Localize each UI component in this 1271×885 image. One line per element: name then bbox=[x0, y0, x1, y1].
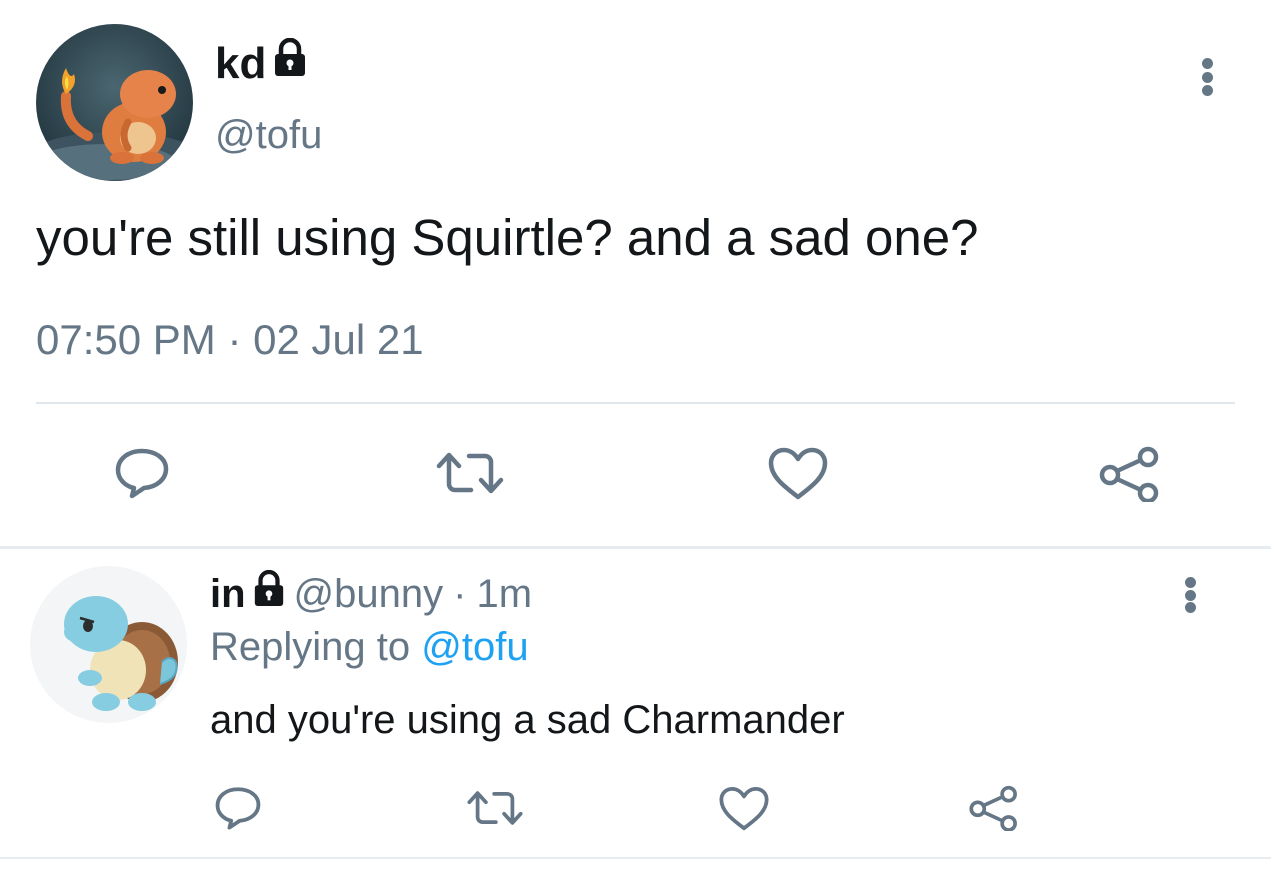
replying-to-label: Replying to bbox=[210, 625, 411, 669]
squirtle-avatar-image bbox=[30, 566, 187, 723]
like-icon bbox=[719, 786, 769, 831]
author-name-row[interactable]: kd bbox=[215, 37, 308, 89]
retweet-button[interactable] bbox=[466, 785, 524, 831]
reply-icon bbox=[115, 448, 169, 499]
like-button[interactable] bbox=[718, 785, 770, 833]
share-icon bbox=[969, 785, 1017, 831]
tweet-separator bbox=[0, 546, 1271, 549]
like-button[interactable] bbox=[767, 446, 829, 502]
charmander-avatar-image bbox=[36, 24, 193, 181]
tweet-timestamp[interactable]: 07:50 PM · 02 Jul 21 bbox=[36, 315, 424, 365]
reply-time-ago[interactable]: 1m bbox=[476, 571, 532, 617]
replying-to-line: Replying to @tofu bbox=[210, 624, 529, 670]
reply-author-handle[interactable]: @bunny bbox=[294, 571, 444, 617]
reply-icon bbox=[215, 787, 261, 830]
author-avatar[interactable] bbox=[36, 24, 193, 181]
more-options-icon[interactable] bbox=[1197, 58, 1217, 96]
reply-button[interactable] bbox=[214, 785, 262, 831]
author-name[interactable]: kd bbox=[215, 39, 266, 89]
share-button[interactable] bbox=[968, 785, 1020, 831]
tweet-text: you're still using Squirtle? and a sad o… bbox=[36, 209, 979, 266]
bottom-divider bbox=[0, 857, 1271, 859]
reply-author-avatar[interactable] bbox=[30, 566, 187, 723]
retweet-icon bbox=[467, 791, 523, 825]
retweet-button[interactable] bbox=[435, 446, 505, 500]
share-button[interactable] bbox=[1098, 446, 1162, 502]
like-icon bbox=[768, 447, 828, 500]
reply-button[interactable] bbox=[114, 446, 170, 500]
reply-text: and you're using a sad Charmander bbox=[210, 698, 845, 742]
retweet-icon bbox=[436, 452, 504, 494]
author-handle[interactable]: @tofu bbox=[215, 112, 322, 158]
divider bbox=[36, 402, 1235, 404]
reply-author-name[interactable]: in bbox=[210, 571, 246, 617]
more-options-icon[interactable] bbox=[1180, 577, 1200, 613]
reply-header[interactable]: in @bunny · 1m bbox=[210, 569, 532, 618]
lock-icon bbox=[272, 37, 308, 89]
meta-separator: · bbox=[453, 572, 467, 616]
share-icon bbox=[1099, 446, 1159, 502]
replying-to-mention[interactable]: @tofu bbox=[421, 625, 528, 669]
lock-icon bbox=[252, 569, 286, 618]
